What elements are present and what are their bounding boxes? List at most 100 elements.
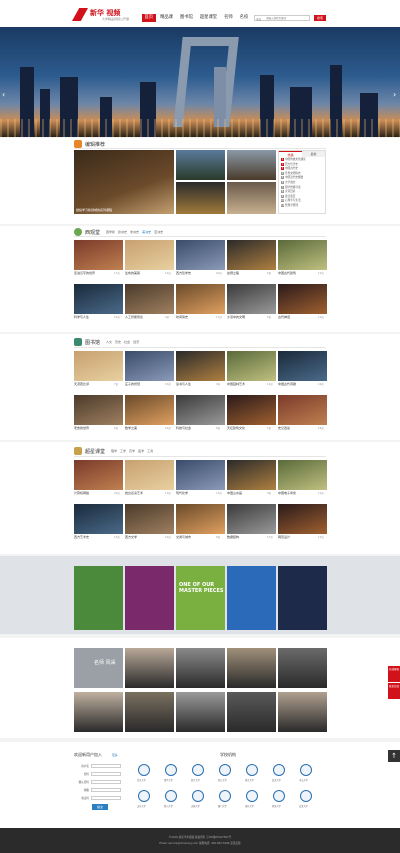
submit-button[interactable]: 提交 [92,804,108,810]
video-title[interactable]: 老舍的世界 [74,426,112,430]
poster[interactable] [227,566,276,630]
video-title[interactable]: 中国山水画 [227,491,265,495]
video-title[interactable]: 数据结构 [227,535,265,539]
section-tag[interactable]: 历史 [115,340,121,344]
video-title[interactable]: 西方哲学史 [176,271,214,275]
teacher-photo[interactable] [278,692,327,732]
password-field[interactable] [91,772,121,776]
video-thumb[interactable] [227,395,276,425]
search-input[interactable] [265,16,309,21]
video-thumb[interactable] [125,351,174,381]
video-thumb[interactable] [74,460,123,490]
video-thumb[interactable] [227,351,276,381]
school-seal-icon[interactable] [273,790,285,802]
captcha-field[interactable] [91,796,121,800]
online-service-button[interactable]: 在线客服 [388,666,400,682]
teacher-photo[interactable] [125,692,174,732]
tab-hot[interactable]: 热播 [279,151,302,157]
section-tag[interactable]: 亚洲史 [154,230,163,234]
hero-prev-icon[interactable]: ‹ [2,90,5,99]
teacher-photo[interactable] [176,648,225,688]
video-title[interactable]: 走进汉字的世界 [74,271,112,275]
video-title[interactable]: 中国园林艺术 [227,382,265,386]
video-thumb[interactable] [278,240,327,270]
school-seal-icon[interactable] [219,790,231,802]
poster[interactable] [278,566,327,630]
video-title[interactable]: 天涯若比邻 [74,382,112,386]
school-seal-icon[interactable] [138,790,150,802]
video-thumb[interactable] [278,351,327,381]
section-tag[interactable]: 社会 [124,340,130,344]
video-title[interactable]: 沙漠中的文明 [227,315,265,319]
featured-video[interactable]: 继续学习新领域的系列课程 [74,150,174,214]
section-tag[interactable]: 人文 [106,340,112,344]
video-title[interactable]: 中国电子商务 [278,491,316,495]
video-thumb[interactable] [227,182,276,214]
hero-banner[interactable]: ‹ › [0,27,400,137]
video-thumb[interactable] [176,240,225,270]
video-thumb[interactable] [176,284,225,314]
nav-home[interactable]: 首页 [142,14,156,22]
school-seal-icon[interactable] [192,790,204,802]
nav-teachers[interactable]: 名师 [222,14,236,22]
poster[interactable]: ONE OF OUR MASTER PIECES [176,566,225,630]
video-title[interactable]: 网页设计 [278,535,316,539]
school-seal-icon[interactable] [138,764,150,776]
teacher-photo[interactable] [74,692,123,732]
video-thumb[interactable] [74,284,123,314]
video-thumb[interactable] [125,460,174,490]
masters-tile[interactable]: 名师 风采 [74,648,123,688]
video-title[interactable]: 中国古代诗歌 [278,382,316,386]
search-button[interactable]: 搜索 [314,15,326,21]
video-thumb[interactable] [125,240,174,270]
video-title[interactable]: 庄子的智慧 [125,382,163,386]
video-title[interactable]: 交通与城市 [176,535,214,539]
video-thumb[interactable] [74,504,123,534]
signup-more-link[interactable]: 更多 [112,753,118,757]
school-seal-icon[interactable] [219,764,231,776]
school-seal-icon[interactable] [192,764,204,776]
video-title[interactable]: 西方艺术史 [74,535,112,539]
video-title[interactable]: 科技与社会 [176,426,214,430]
video-thumb[interactable] [227,150,276,180]
video-thumb[interactable] [227,240,276,270]
video-thumb[interactable] [227,504,276,534]
video-thumb[interactable] [74,351,123,381]
school-seal-icon[interactable] [246,764,258,776]
site-logo[interactable]: 新华 视频 大学精品视频公开课 [72,8,134,22]
video-thumb[interactable] [176,395,225,425]
nav-courses[interactable]: 精品课 [158,14,176,22]
rank-item[interactable]: 11管理学原理 [279,203,325,208]
video-title[interactable]: 中国古代建筑 [278,271,316,275]
video-thumb[interactable] [176,182,225,214]
video-title[interactable]: 读书与人生 [176,382,214,386]
section-tag[interactable]: 美洲史 [142,230,151,234]
section-tag[interactable]: 医学 [138,449,144,453]
video-title[interactable]: 丝绸之路 [227,271,265,275]
video-title[interactable]: 计算机网络 [74,491,112,495]
teacher-photo[interactable] [176,692,225,732]
school-seal-icon[interactable] [300,764,312,776]
nav-schools[interactable]: 名校 [237,14,251,22]
video-thumb[interactable] [125,504,174,534]
video-title[interactable]: 人工智能导论 [125,315,163,319]
teacher-photo[interactable] [125,648,174,688]
video-title[interactable]: 数学之美 [125,426,163,430]
video-title[interactable]: 西方文学 [125,535,163,539]
section-tag[interactable]: 经济 [133,340,139,344]
email-field[interactable] [91,788,121,792]
school-seal-icon[interactable] [300,790,312,802]
poster[interactable] [74,566,123,630]
video-title[interactable]: 史记选读 [278,426,316,430]
section-tag[interactable]: 欧洲史 [118,230,127,234]
teacher-photo[interactable] [278,648,327,688]
teacher-photo[interactable] [227,692,276,732]
username-field[interactable] [91,764,121,768]
video-thumb[interactable] [278,460,327,490]
video-title[interactable]: 古代神话 [278,315,316,319]
video-title[interactable]: 科学与人生 [74,315,112,319]
section-tag[interactable]: 工学 [120,449,126,453]
video-thumb[interactable] [176,460,225,490]
video-title[interactable]: 舞台表演艺术 [125,491,163,495]
video-thumb[interactable] [176,351,225,381]
